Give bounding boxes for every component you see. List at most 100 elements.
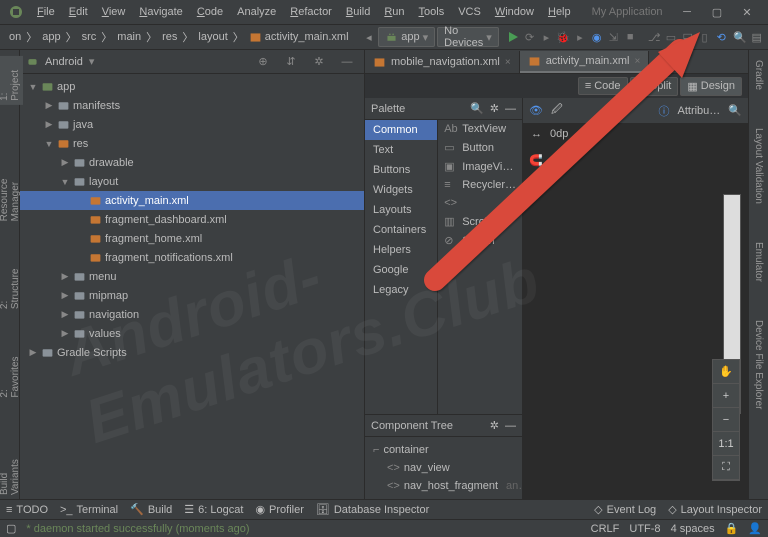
menu-help[interactable]: Help xyxy=(541,3,578,21)
palette-category[interactable]: Common xyxy=(365,120,437,140)
menu-file[interactable]: File xyxy=(30,3,62,21)
palette-item[interactable]: ⊘Switch xyxy=(438,231,522,250)
bottom-tab[interactable]: ◇Event Log xyxy=(594,503,656,516)
close-button[interactable]: ✕ xyxy=(740,5,754,19)
debug-button[interactable]: ⟳ xyxy=(522,27,537,47)
palette-category[interactable]: Widgets xyxy=(365,180,437,200)
zoom-button[interactable]: + xyxy=(713,384,739,408)
breadcrumb-item[interactable]: res xyxy=(157,29,182,45)
left-gutter-tab[interactable]: Resource Manager xyxy=(0,135,23,225)
split-view-button[interactable]: ◫Split xyxy=(630,77,679,96)
canvas-body[interactable]: ↔ 0dp 🧲 𝙸 ✋+−1:1⛶ xyxy=(523,124,748,499)
component-tree-body[interactable]: ⌐container<>nav_view<>nav_host_fragmenta… xyxy=(365,437,522,499)
code-view-button[interactable]: ≡Code xyxy=(578,77,628,95)
right-gutter-tab[interactable]: Layout Validation xyxy=(751,124,766,208)
magnet-icon[interactable]: 🧲 xyxy=(529,154,543,167)
project-view-label[interactable]: Android xyxy=(45,56,83,68)
pan-icon[interactable]: ↔ xyxy=(531,128,542,140)
breadcrumb-item[interactable]: src xyxy=(77,29,102,45)
tree-node[interactable]: ▶menu xyxy=(20,267,364,286)
lock-icon[interactable]: 🔒 xyxy=(725,522,739,535)
gear-icon[interactable]: ✲ xyxy=(490,419,499,432)
attach-button[interactable]: ⇲ xyxy=(606,27,621,47)
project-tree[interactable]: ▼app▶manifests▶java▼res▶drawable▼layouta… xyxy=(20,74,364,499)
run-button[interactable] xyxy=(506,27,521,47)
editor-tab[interactable]: mobile_navigation.xml× xyxy=(365,51,520,73)
tree-node[interactable]: fragment_home.xml xyxy=(20,229,364,248)
tree-node[interactable]: fragment_notifications.xml xyxy=(20,248,364,267)
palette-category[interactable]: Legacy xyxy=(365,280,437,300)
breadcrumb-item[interactable]: app xyxy=(37,29,65,45)
palette-category[interactable]: Containers xyxy=(365,220,437,240)
tree-node[interactable]: ▶drawable xyxy=(20,153,364,172)
editor-tab[interactable]: activity_main.xml× xyxy=(520,51,650,73)
palette-item[interactable]: <> xyxy=(438,194,522,212)
palette-item[interactable]: ▭Button xyxy=(438,138,522,157)
menu-view[interactable]: View xyxy=(95,3,133,21)
bottom-tab[interactable]: ◉Profiler xyxy=(255,503,303,516)
bulletin-button[interactable]: ▤ xyxy=(749,27,764,47)
device-icon[interactable]: ▯ xyxy=(697,27,712,47)
search-icon[interactable]: 🔍 xyxy=(728,104,742,117)
orientation-icon[interactable]: 🖉 xyxy=(551,101,563,120)
menu-navigate[interactable]: Navigate xyxy=(132,3,189,21)
tree-node[interactable]: ▼app xyxy=(20,77,364,96)
device-dropdown[interactable]: No Devices▾ xyxy=(437,27,499,47)
bottom-tab[interactable]: ☰6: Logcat xyxy=(184,503,243,516)
right-gutter-tab[interactable]: Gradle xyxy=(751,56,766,94)
expand-icon[interactable]: ⇵ xyxy=(280,52,302,72)
breadcrumb-item[interactable]: activity_main.xml xyxy=(244,29,354,46)
palette-item[interactable]: ≡Recycler… xyxy=(438,176,522,194)
sdk-button[interactable]: ⬓ xyxy=(680,27,695,47)
palette-category[interactable]: Buttons xyxy=(365,160,437,180)
menu-window[interactable]: Window xyxy=(488,3,541,21)
hide-icon[interactable]: — xyxy=(505,420,516,432)
inspector-icon[interactable]: 👤 xyxy=(748,522,762,535)
palette-category[interactable]: Google xyxy=(365,260,437,280)
zoom-button[interactable]: ⛶ xyxy=(713,456,739,480)
profile-button[interactable]: ▸ xyxy=(539,27,554,47)
target-icon[interactable]: ⊕ xyxy=(252,52,274,72)
search-icon[interactable]: 🔍 xyxy=(470,102,484,115)
tree-node[interactable]: ▶navigation xyxy=(20,305,364,324)
palette-category[interactable]: Helpers xyxy=(365,240,437,260)
encoding-label[interactable]: UTF-8 xyxy=(629,523,660,535)
zoom-button[interactable]: 1:1 xyxy=(713,432,739,456)
back-button[interactable]: ◂ xyxy=(362,27,377,47)
tree-node[interactable]: ▶mipmap xyxy=(20,286,364,305)
menu-analyze[interactable]: Analyze xyxy=(230,3,283,21)
vcs-button[interactable]: ⎇ xyxy=(647,27,662,47)
tree-node[interactable]: ▶Gradle Scripts xyxy=(20,343,364,362)
bottom-tab[interactable]: ◇Layout Inspector xyxy=(668,503,762,516)
eye-icon[interactable]: 👁 xyxy=(529,104,543,117)
menu-edit[interactable]: Edit xyxy=(62,3,95,21)
bottom-tab[interactable]: 🗄Database Inspector xyxy=(316,503,429,516)
left-gutter-tab[interactable]: 2: Structure xyxy=(0,255,23,313)
text-cursor-icon[interactable]: 𝙸 xyxy=(529,176,537,189)
design-view-button[interactable]: ▦Design xyxy=(680,77,742,96)
breadcrumb-item[interactable]: layout xyxy=(193,29,232,45)
settings-icon[interactable]: ✲ xyxy=(308,52,330,72)
run-config-dropdown[interactable]: app▾ xyxy=(378,27,435,47)
tree-node[interactable]: activity_main.xml xyxy=(20,191,364,210)
menu-refactor[interactable]: Refactor xyxy=(283,3,339,21)
breadcrumb-item[interactable]: on xyxy=(4,29,26,45)
tree-node[interactable]: fragment_dashboard.xml xyxy=(20,210,364,229)
component-tree-node[interactable]: <>nav_host_fragmentan… xyxy=(365,477,522,495)
left-gutter-tab[interactable]: 2: Favorites xyxy=(0,343,23,402)
tree-node[interactable]: ▼res xyxy=(20,134,364,153)
palette-category[interactable]: Layouts xyxy=(365,200,437,220)
indent-label[interactable]: 4 spaces xyxy=(671,523,715,535)
palette-categories[interactable]: CommonTextButtonsWidgetsLayoutsContainer… xyxy=(365,120,438,414)
bottom-tab[interactable]: 🔨Build xyxy=(130,503,172,516)
maximize-button[interactable]: ▢ xyxy=(710,5,724,19)
palette-item[interactable]: AbTextView xyxy=(438,120,522,138)
avd-button[interactable]: ▭ xyxy=(664,27,679,47)
coverage-button[interactable]: ▸ xyxy=(573,27,588,47)
stop-button[interactable]: ■ xyxy=(623,27,638,47)
bug-button[interactable]: 🐞 xyxy=(556,27,571,47)
tree-node[interactable]: ▶java xyxy=(20,115,364,134)
right-gutter-tab[interactable]: Device File Explorer xyxy=(751,316,766,413)
palette-item[interactable]: ▣ImageVi… xyxy=(438,157,522,176)
zoom-button[interactable]: − xyxy=(713,408,739,432)
